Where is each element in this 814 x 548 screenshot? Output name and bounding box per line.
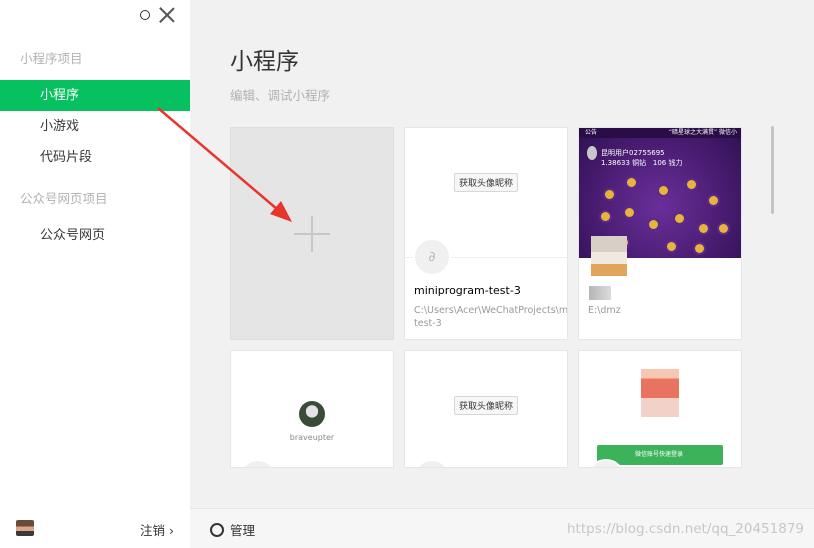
annotation-arrow <box>157 107 292 222</box>
